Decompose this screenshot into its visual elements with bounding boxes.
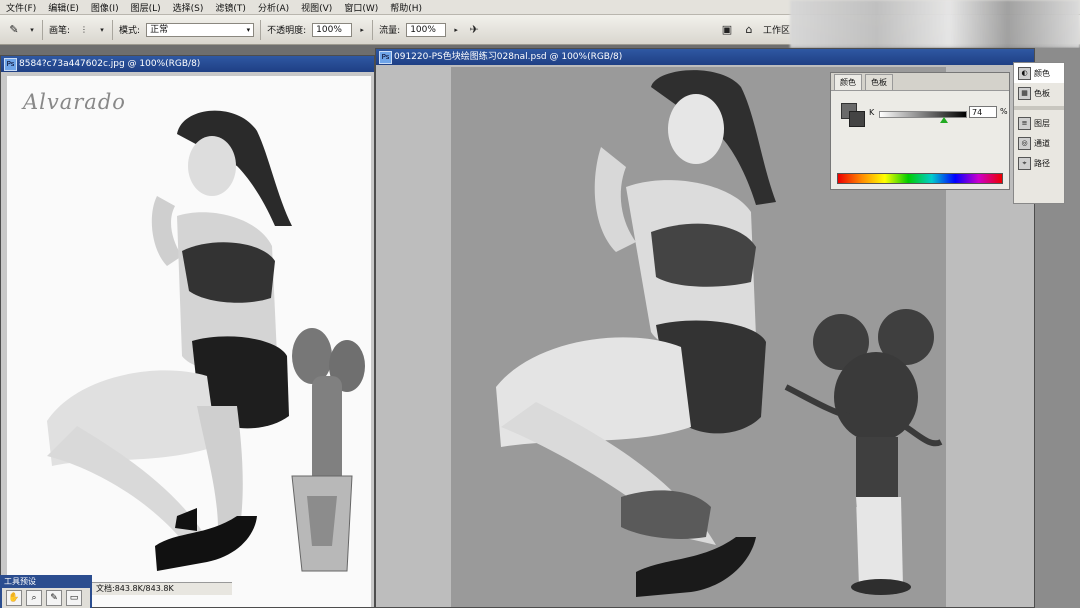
mode-select-value: 正常	[150, 24, 169, 35]
channels-icon: ◎	[1018, 136, 1031, 150]
menu-item[interactable]: 帮助(H)	[384, 1, 428, 14]
dock-item-channels[interactable]: ◎ 通道	[1014, 133, 1064, 153]
palette-well-icon[interactable]: ▣	[719, 22, 735, 38]
brush-icon[interactable]: ✎	[46, 590, 62, 606]
chevron-down-icon: ▾	[246, 25, 251, 34]
brush-preset-picker[interactable]: ⋮	[76, 22, 92, 38]
slider-thumb-icon[interactable]	[940, 117, 949, 123]
mode-label: 模式:	[119, 26, 141, 36]
dock-item-paths[interactable]: ⌖ 路径	[1014, 153, 1064, 173]
menu-item[interactable]: 文件(F)	[0, 1, 42, 14]
dock-item-label: 通道	[1034, 138, 1050, 148]
k-slider[interactable]	[879, 111, 967, 118]
menu-item[interactable]: 分析(A)	[252, 1, 295, 14]
paths-icon: ⌖	[1018, 156, 1031, 170]
photo-canvas[interactable]: Alvarado	[7, 76, 371, 607]
workspace-label[interactable]: 工作区	[763, 23, 790, 36]
menu-item[interactable]: 编辑(E)	[42, 1, 85, 14]
bridge-icon[interactable]: ⌂	[741, 22, 757, 38]
document-title: 8584?c73a447602c.jpg @ 100%(RGB/8)	[19, 59, 201, 69]
tool-presets-panel[interactable]: 工具预设 ✋ ⌕ ✎ ▭	[0, 575, 92, 608]
document-window-photo[interactable]: Ps 8584?c73a447602c.jpg @ 100%(RGB/8) Al…	[0, 55, 375, 608]
document-titlebar[interactable]: Ps 091220-PS色块绘图练习028nal.psd @ 100%(RGB/…	[376, 49, 1034, 65]
dock-item-label: 颜色	[1034, 68, 1050, 78]
swatches-icon: ▦	[1018, 86, 1031, 100]
tab-color[interactable]: 颜色	[834, 74, 862, 90]
divider	[372, 19, 374, 40]
opacity-label: 不透明度:	[267, 26, 307, 36]
blurred-region	[790, 0, 1080, 48]
menu-item[interactable]: 图像(I)	[85, 1, 125, 14]
brush-label: 画笔:	[49, 26, 71, 36]
airbrush-icon[interactable]: ✈	[466, 22, 482, 38]
chevron-right-icon[interactable]: ▸	[452, 22, 460, 38]
hand-icon[interactable]: ✋	[6, 590, 22, 606]
document-title: 091220-PS色块绘图练习028nal.psd @ 100%(RGB/8)	[394, 52, 623, 62]
menu-item[interactable]: 视图(V)	[295, 1, 338, 14]
menu-item[interactable]: 窗口(W)	[338, 1, 384, 14]
document-titlebar[interactable]: Ps 8584?c73a447602c.jpg @ 100%(RGB/8)	[1, 56, 374, 72]
panel-dock: ◐ 颜色 ▦ 色板 ≡ 图层 ◎ 通道 ⌖ 路径	[1013, 62, 1065, 204]
opacity-input[interactable]: 100%	[312, 22, 353, 37]
k-value-input[interactable]: 74	[969, 106, 997, 118]
k-value: 74	[972, 108, 983, 117]
dock-item-label: 图层	[1034, 118, 1050, 128]
divider	[42, 19, 43, 40]
percent-unit: %	[1000, 107, 1008, 116]
opacity-value: 100%	[316, 24, 342, 35]
layers-icon: ≡	[1018, 116, 1031, 130]
dock-item-layers[interactable]: ≡ 图层	[1014, 113, 1064, 133]
color-panel-tabs: 颜色 色板	[831, 73, 1009, 91]
ps-document-icon: Ps	[379, 51, 392, 64]
zoom-icon[interactable]: ⌕	[26, 590, 42, 606]
document-size-status: 文档:843.8K/843.8K	[96, 584, 174, 593]
dock-item-swatches[interactable]: ▦ 色板	[1014, 83, 1064, 103]
divider	[112, 19, 114, 40]
flow-value: 100%	[410, 24, 436, 35]
tool-presets-title: 工具预设	[4, 577, 36, 586]
tab-swatches[interactable]: 色板	[865, 74, 893, 90]
ps-document-icon: Ps	[4, 58, 17, 71]
chevron-down-icon[interactable]: ▾	[28, 22, 36, 38]
tool-presets-toolbar: ✋ ⌕ ✎ ▭	[2, 588, 90, 608]
chevron-right-icon[interactable]: ▸	[358, 22, 366, 38]
brush-tool-icon[interactable]: ✎	[6, 22, 22, 38]
channel-label: K	[869, 108, 875, 117]
flow-label: 流量:	[379, 26, 401, 36]
divider	[1014, 106, 1064, 110]
color-icon: ◐	[1018, 66, 1031, 80]
eraser-icon[interactable]: ▭	[66, 590, 82, 606]
menu-item[interactable]: 图层(L)	[125, 1, 167, 14]
dock-item-label: 路径	[1034, 158, 1050, 168]
photo-illustration	[47, 110, 365, 572]
dock-item-color[interactable]: ◐ 颜色	[1014, 63, 1064, 83]
menu-item[interactable]: 滤镜(T)	[209, 1, 252, 14]
menu-item[interactable]: 选择(S)	[167, 1, 210, 14]
background-color-swatch[interactable]	[849, 111, 865, 127]
color-panel[interactable]: 颜色 色板 K 74 %	[830, 72, 1010, 190]
flow-input[interactable]: 100%	[406, 22, 447, 37]
color-spectrum-ramp[interactable]	[837, 173, 1003, 184]
dock-item-label: 色板	[1034, 88, 1050, 98]
mode-select[interactable]: 正常 ▾	[146, 22, 255, 37]
chevron-down-icon[interactable]: ▾	[98, 22, 106, 38]
divider	[260, 19, 262, 40]
